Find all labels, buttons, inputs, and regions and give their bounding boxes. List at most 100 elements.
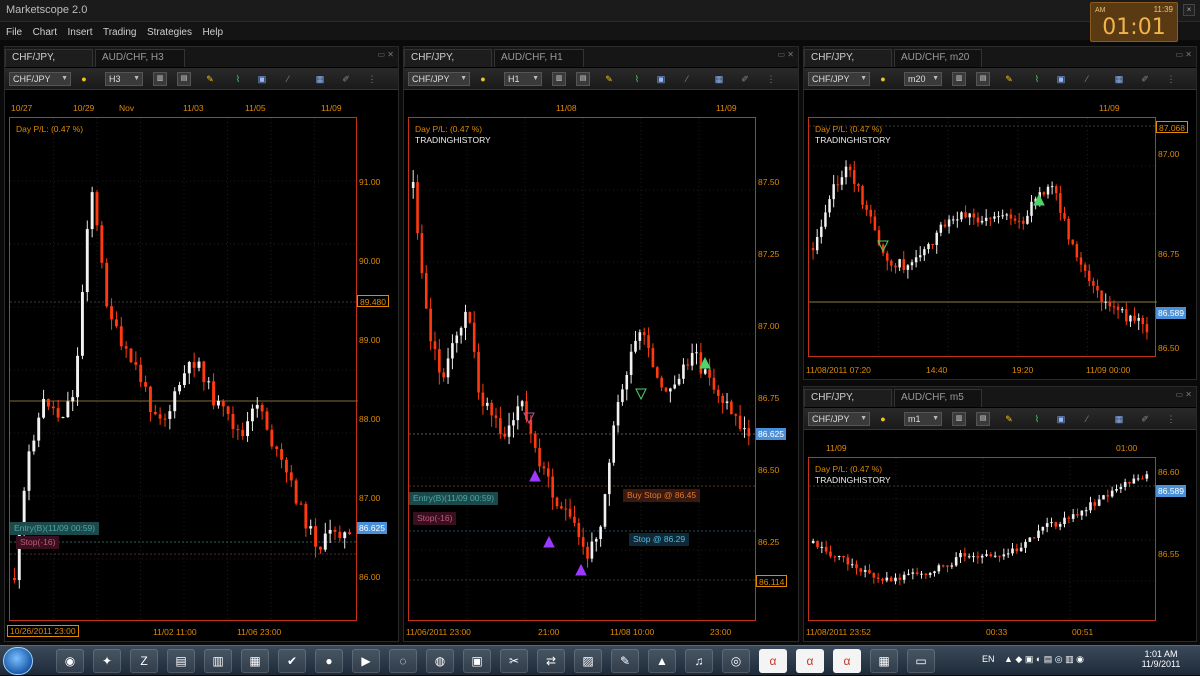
menu-strategies[interactable]: Strategies bbox=[141, 24, 192, 38]
disc-icon[interactable]: ◎ bbox=[722, 649, 750, 673]
menu-trading[interactable]: Trading bbox=[97, 24, 137, 38]
tortoise-icon[interactable]: ✔ bbox=[278, 649, 306, 673]
more-icon[interactable]: ⋮ bbox=[764, 72, 778, 86]
chart-type-icon[interactable]: ▥ bbox=[153, 72, 167, 86]
indicator-icon[interactable]: ⌇ bbox=[630, 72, 644, 86]
paint-icon[interactable]: ✎ bbox=[611, 649, 639, 673]
bar-type-icon[interactable]: ▤ bbox=[177, 72, 191, 86]
tab-chf-jpy-h1[interactable]: CHF/JPY, H1× bbox=[404, 49, 492, 79]
ruler-icon[interactable]: ✎ bbox=[203, 72, 217, 86]
instrument-select[interactable]: CHF/JPY ▼ bbox=[9, 72, 71, 86]
price-chart[interactable]: Day P/L: (0.47 %) TRADINGHISTORY bbox=[808, 117, 1157, 358]
chart-type-icon[interactable]: ▥ bbox=[952, 412, 966, 426]
template-icon[interactable]: ▣ bbox=[654, 72, 668, 86]
more-icon[interactable]: ⋮ bbox=[1164, 412, 1178, 426]
price-chart[interactable]: Day P/L: (0.47 %) TRADINGHISTORY bbox=[808, 457, 1157, 622]
alpari-icon-3[interactable]: α bbox=[833, 649, 861, 673]
tab-chf-jpy-m1[interactable]: CHF/JPY, m1× bbox=[804, 389, 892, 419]
tray-clock[interactable]: 1:01 AM 11/9/2011 bbox=[1136, 649, 1186, 669]
ruler-icon[interactable]: ✎ bbox=[1002, 412, 1016, 426]
save-icon[interactable]: ▦ bbox=[1112, 412, 1126, 426]
calculator-icon[interactable]: ▦ bbox=[241, 649, 269, 673]
fib-tool-icon[interactable]: ✐ bbox=[1138, 412, 1152, 426]
tab-chf-jpy-h3[interactable]: CHF/JPY, H3× bbox=[5, 49, 93, 79]
sync-icon[interactable]: ⇄ bbox=[537, 649, 565, 673]
save-icon[interactable]: ▦ bbox=[1112, 72, 1126, 86]
pdf-icon[interactable]: ▲ bbox=[648, 649, 676, 673]
save-icon[interactable]: ▦ bbox=[712, 72, 726, 86]
tab-aud-chf-m5[interactable]: AUD/CHF, m5 bbox=[894, 389, 982, 407]
menu-chart[interactable]: Chart bbox=[27, 24, 57, 38]
alpari-icon-1[interactable]: α bbox=[759, 649, 787, 673]
orange-icon[interactable]: ● bbox=[315, 649, 343, 673]
panel-controls-icon[interactable]: ▭ ✕ bbox=[1176, 50, 1192, 59]
period-select[interactable]: H1 ▼ bbox=[504, 72, 542, 86]
indicator-icon[interactable]: ⌇ bbox=[1030, 72, 1044, 86]
language-indicator[interactable]: EN bbox=[982, 654, 995, 664]
coin-icon[interactable]: ● bbox=[876, 72, 890, 86]
alpari-icon-2[interactable]: α bbox=[796, 649, 824, 673]
template-icon[interactable]: ▣ bbox=[255, 72, 269, 86]
indicator-icon[interactable]: ⌇ bbox=[231, 72, 245, 86]
folder-icon[interactable]: ▤ bbox=[167, 649, 195, 673]
more-icon[interactable]: ⋮ bbox=[365, 72, 379, 86]
scissors-icon[interactable]: ✂ bbox=[500, 649, 528, 673]
window-close-icon[interactable]: × bbox=[1183, 4, 1195, 16]
menu-insert[interactable]: Insert bbox=[61, 24, 92, 38]
itunes-icon[interactable]: ♫ bbox=[685, 649, 713, 673]
line-tool-icon[interactable]: ⁄ bbox=[1080, 412, 1094, 426]
line-tool-icon[interactable]: ⁄ bbox=[281, 72, 295, 86]
chrome-icon[interactable]: ◍ bbox=[426, 649, 454, 673]
coin-icon[interactable]: ● bbox=[77, 72, 91, 86]
buy-stop-order[interactable]: Buy Stop @ 86.45 bbox=[623, 489, 701, 502]
fib-tool-icon[interactable]: ✐ bbox=[339, 72, 353, 86]
network-icon[interactable]: ▣ bbox=[463, 649, 491, 673]
stop-order[interactable]: Stop @ 86.29 bbox=[629, 533, 690, 546]
zf-icon[interactable]: Z bbox=[130, 649, 158, 673]
price-chart[interactable]: Day P/L: (0.47 %) TRADINGHISTORY Entry(B… bbox=[408, 117, 757, 622]
template-icon[interactable]: ▣ bbox=[1054, 412, 1068, 426]
line-tool-icon[interactable]: ⁄ bbox=[680, 72, 694, 86]
instrument-select[interactable]: CHF/JPY ▼ bbox=[808, 412, 870, 426]
period-select[interactable]: m1 ▼ bbox=[904, 412, 942, 426]
swirl-icon[interactable]: ◌ bbox=[389, 649, 417, 673]
bar-type-icon[interactable]: ▤ bbox=[576, 72, 590, 86]
ruler-icon[interactable]: ✎ bbox=[602, 72, 616, 86]
instrument-select[interactable]: CHF/JPY ▼ bbox=[408, 72, 470, 86]
tab-aud-chf-h3[interactable]: AUD/CHF, H3 bbox=[95, 49, 185, 67]
coin-icon[interactable]: ● bbox=[876, 412, 890, 426]
panel-controls-icon[interactable]: ▭ ✕ bbox=[778, 50, 794, 59]
more-icon[interactable]: ⋮ bbox=[1164, 72, 1178, 86]
period-select[interactable]: H3 ▼ bbox=[105, 72, 143, 86]
menu-file[interactable]: File bbox=[0, 24, 22, 38]
bar-type-icon[interactable]: ▤ bbox=[976, 412, 990, 426]
line-tool-icon[interactable]: ⁄ bbox=[1080, 72, 1094, 86]
bar-type-icon[interactable]: ▤ bbox=[976, 72, 990, 86]
price-chart[interactable]: Day P/L: (0.47 %) Entry(B)(11/09 00:59) … bbox=[9, 117, 358, 622]
firefox-icon[interactable]: ◉ bbox=[56, 649, 84, 673]
start-button[interactable] bbox=[3, 647, 33, 675]
photo-icon[interactable]: ▨ bbox=[574, 649, 602, 673]
tab-aud-chf-m20[interactable]: AUD/CHF, m20 bbox=[894, 49, 982, 67]
indicator-icon[interactable]: ⌇ bbox=[1030, 412, 1044, 426]
save-icon[interactable]: ▦ bbox=[313, 72, 327, 86]
folder2-icon[interactable]: ▥ bbox=[204, 649, 232, 673]
finder-icon[interactable]: ✦ bbox=[93, 649, 121, 673]
monitor-icon[interactable]: ▭ bbox=[907, 649, 935, 673]
panel-controls-icon[interactable]: ▭ ✕ bbox=[1176, 390, 1192, 399]
menu-help[interactable]: Help bbox=[196, 24, 223, 38]
ruler-icon[interactable]: ✎ bbox=[1002, 72, 1016, 86]
tray-icons[interactable]: ▲ ◆ ▣ ◐ ▤ ◎ ▥ ◉ bbox=[1004, 654, 1084, 665]
period-select[interactable]: m20 ▼ bbox=[904, 72, 942, 86]
tab-chf-jpy-m20[interactable]: CHF/JPY, m20× bbox=[804, 49, 892, 79]
chart-type-icon[interactable]: ▥ bbox=[952, 72, 966, 86]
fib-tool-icon[interactable]: ✐ bbox=[738, 72, 752, 86]
tab-aud-chf-h1[interactable]: AUD/CHF, H1 bbox=[494, 49, 584, 67]
coin-icon[interactable]: ● bbox=[476, 72, 490, 86]
chart-type-icon[interactable]: ▥ bbox=[552, 72, 566, 86]
fib-tool-icon[interactable]: ✐ bbox=[1138, 72, 1152, 86]
media-icon[interactable]: ▶ bbox=[352, 649, 380, 673]
grid-icon[interactable]: ▦ bbox=[870, 649, 898, 673]
panel-controls-icon[interactable]: ▭ ✕ bbox=[378, 50, 394, 59]
instrument-select[interactable]: CHF/JPY ▼ bbox=[808, 72, 870, 86]
